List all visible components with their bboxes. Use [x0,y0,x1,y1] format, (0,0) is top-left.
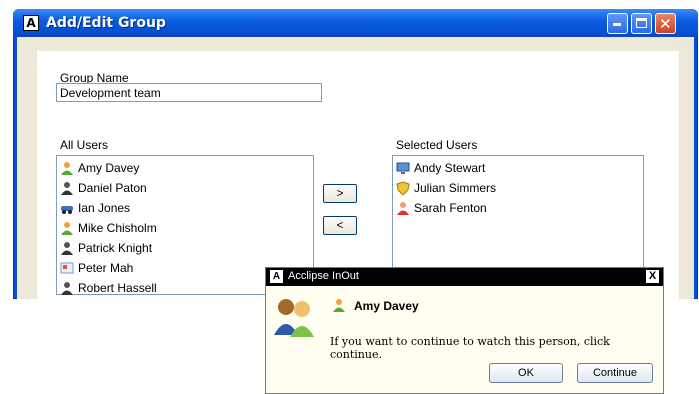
notification-dialog: A Acclipse InOut X Amy Davey If you want… [265,267,664,394]
monitor-icon [396,161,410,175]
dialog-message: If you want to continue to watch this pe… [330,335,610,361]
list-item[interactable]: Ian Jones [60,199,130,217]
list-item[interactable]: Julian Simmers [396,179,496,197]
minimize-button[interactable] [607,13,628,34]
user-orange-icon [60,221,74,235]
list-item[interactable]: Patrick Knight [60,239,152,257]
window-title: Add/Edit Group [46,15,166,31]
user-name: Patrick Knight [78,241,153,255]
all-users-label: All Users [60,138,109,152]
remove-user-button[interactable]: < [323,216,357,235]
continue-button[interactable]: Continue [577,363,653,383]
user-name: Sarah Fenton [414,201,487,215]
user-orange-icon [332,298,346,312]
dialog-title-bar[interactable]: A Acclipse InOut X [266,268,663,286]
close-button[interactable]: ✕ [655,13,676,34]
list-item[interactable]: Amy Davey [60,159,139,177]
user-red-icon [396,201,410,215]
maximize-button[interactable] [631,13,652,34]
add-user-button[interactable]: > [323,184,357,203]
maximize-icon [636,18,647,28]
people-icon [272,295,316,339]
dialog-close-button[interactable]: X [646,270,659,283]
user-dark-icon [60,281,74,295]
car-icon [60,201,74,215]
app-icon: A [23,15,39,31]
user-dark-icon [60,181,74,195]
list-item[interactable]: Daniel Paton [60,179,147,197]
person-name: Amy Davey [354,299,419,313]
user-dark-icon [60,241,74,255]
user-name: Ian Jones [78,201,131,215]
user-name: Peter Mah [78,261,134,275]
user-name: Amy Davey [78,161,140,175]
list-item[interactable]: Peter Mah [60,259,133,277]
title-bar[interactable]: A Add/Edit Group ✕ [13,9,698,37]
ok-button[interactable]: OK [489,363,563,383]
shield-icon [396,181,410,196]
dialog-title: Acclipse InOut [288,270,359,282]
app-icon: A [270,270,283,283]
user-name: Mike Chisholm [78,221,157,235]
user-orange-icon [60,161,74,175]
user-name: Daniel Paton [78,181,147,195]
user-name: Andy Stewart [414,161,486,175]
list-item[interactable]: Sarah Fenton [396,199,487,217]
minimize-icon [613,23,621,26]
list-item[interactable]: Robert Hassell [60,279,157,297]
user-name: Julian Simmers [414,181,497,195]
selected-users-label: Selected Users [396,138,478,152]
group-name-input[interactable]: Development team [56,83,322,102]
list-item[interactable]: Mike Chisholm [60,219,157,237]
close-icon: ✕ [659,15,672,33]
card-icon [60,261,74,275]
user-name: Robert Hassell [78,281,157,295]
list-item[interactable]: Andy Stewart [396,159,485,177]
